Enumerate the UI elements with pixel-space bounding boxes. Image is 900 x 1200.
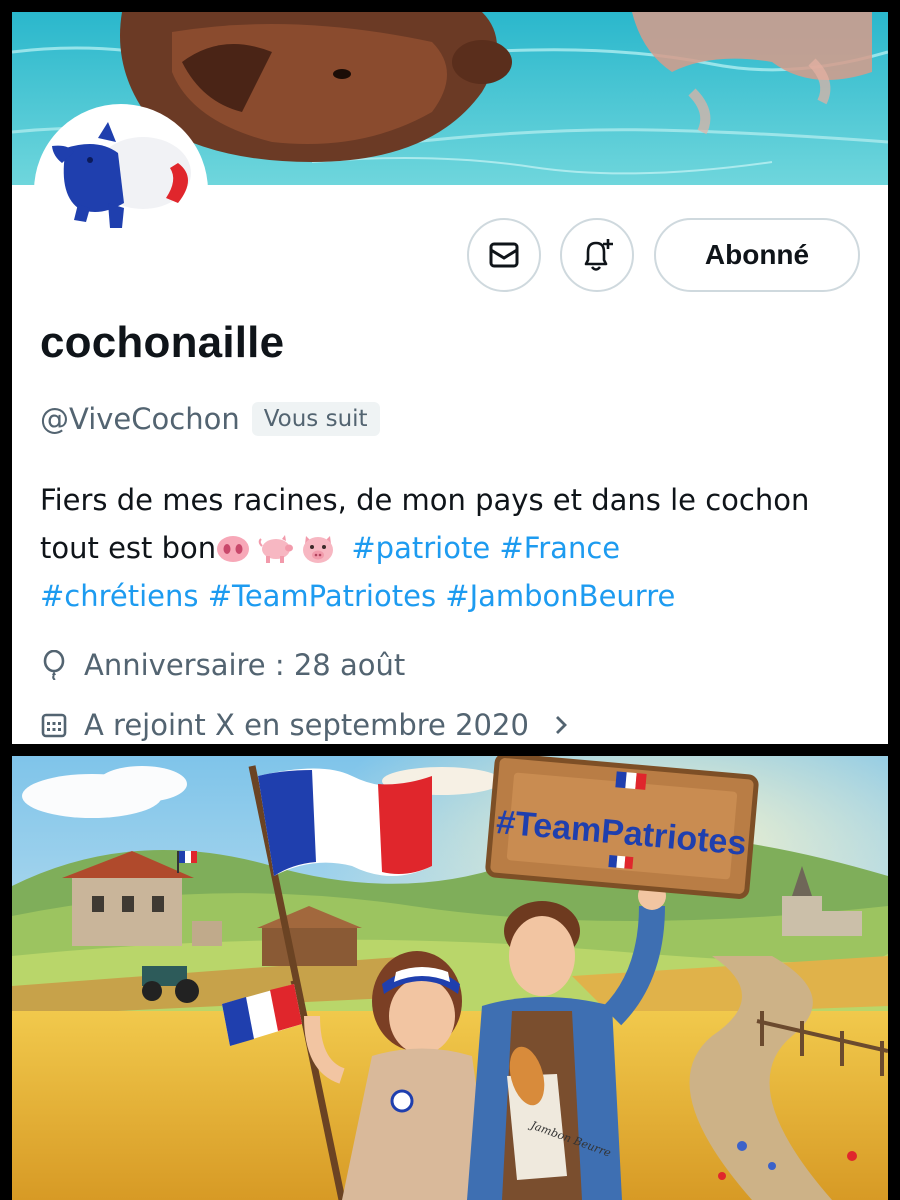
french-flag-pig-avatar-image [38,108,204,274]
handle-row: @ViveCochon Vous suit [40,402,380,436]
message-button[interactable] [467,218,541,292]
pig-nose-emoji [217,536,250,562]
hashtag-link[interactable]: #chrétiens [40,579,199,613]
joined-row: A rejoint X en septembre 2020 [40,708,589,742]
hashtag-link[interactable]: #patriote [351,531,490,565]
envelope-icon [489,242,519,268]
following-button[interactable]: Abonné [654,218,860,292]
profile-bio: Fiers de mes racines, de mon pays et dan… [40,476,860,620]
notify-button[interactable] [560,218,634,292]
pig-face-emoji [303,536,334,563]
profile-handle: @ViveCochon [40,402,240,436]
balloon-icon [43,650,65,680]
team-patriotes-illustration: Jambon Beurre #TeamPatriotes [12,756,888,1200]
hashtag-link[interactable]: #JambonBeurre [445,579,675,613]
profile-display-name: cochonaille [40,318,285,367]
profile-avatar[interactable] [34,104,208,278]
calendar-icon [41,713,67,738]
profile-screenshot: Abonné cochonaille @ViveCochon Vous suit… [12,12,888,744]
chevron-right-icon[interactable] [549,711,573,739]
follows-you-badge: Vous suit [251,402,380,436]
bell-plus-icon [584,239,613,271]
birthday-row: Anniversaire : 28 août [40,648,405,682]
pig-emoji [258,535,294,563]
countryside-couple-illustration: Jambon Beurre #TeamPatriotes [12,756,888,1200]
birthday-text: Anniversaire : 28 août [84,648,406,682]
joined-text: A rejoint X en septembre 2020 [84,708,529,742]
hashtag-link[interactable]: #France [499,531,620,565]
hashtag-link[interactable]: #TeamPatriotes [208,579,436,613]
following-button-label: Abonné [704,239,810,270]
